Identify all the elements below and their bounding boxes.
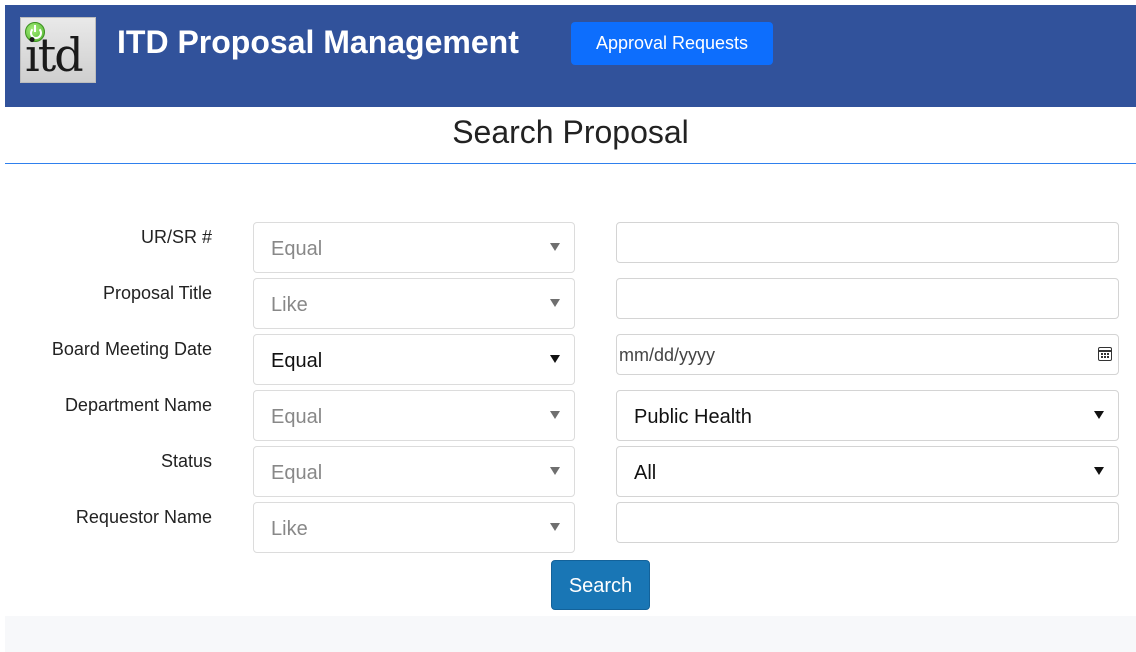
label-status: Status — [160, 451, 212, 471]
logo-text: itd — [25, 28, 84, 82]
itd-logo: itd — [20, 17, 96, 83]
app-header: itd ITD Proposal Management Approval Req… — [5, 5, 1136, 107]
caret-down-icon — [550, 299, 560, 307]
approval-requests-button[interactable]: Approval Requests — [571, 22, 773, 65]
calendar-icon[interactable] — [1098, 347, 1112, 361]
label-ur-sr: UR/SR # — [140, 227, 212, 247]
footer-band — [5, 616, 1136, 652]
caret-down-icon — [1094, 467, 1104, 475]
caret-down-icon — [1094, 411, 1104, 419]
app-title: ITD Proposal Management — [117, 24, 519, 60]
requestor-operator-value: Like — [271, 518, 308, 540]
caret-down-icon — [550, 523, 560, 531]
page-title: Search Proposal — [452, 114, 689, 150]
caret-down-icon — [550, 243, 560, 251]
caret-down-icon — [550, 467, 560, 475]
date-placeholder: mm/dd/yyyy — [619, 345, 716, 365]
department-operator-value: Equal — [271, 406, 323, 428]
department-select[interactable]: Public Health — [616, 390, 1119, 441]
requestor-operator-select[interactable]: Like — [253, 502, 575, 553]
caret-down-icon — [550, 355, 560, 363]
title-divider — [5, 163, 1136, 164]
status-select[interactable]: All — [616, 446, 1119, 497]
label-board-meeting-date: Board Meeting Date — [51, 339, 212, 359]
status-operator-select[interactable]: Equal — [253, 446, 575, 497]
caret-down-icon — [550, 411, 560, 419]
requestor-name-input[interactable] — [616, 502, 1119, 543]
department-operator-select[interactable]: Equal — [253, 390, 575, 441]
department-value: Public Health — [634, 406, 752, 428]
status-operator-value: Equal — [271, 462, 323, 484]
board-meeting-date-operator-value: Equal — [271, 350, 323, 372]
search-button[interactable]: Search — [551, 560, 650, 610]
ur-sr-input[interactable] — [616, 222, 1119, 263]
proposal-title-operator-value: Like — [271, 294, 308, 316]
label-department-name: Department Name — [64, 395, 212, 415]
status-value: All — [634, 462, 657, 484]
ur-sr-operator-select[interactable]: Equal — [253, 222, 575, 273]
label-proposal-title: Proposal Title — [102, 283, 212, 303]
label-requestor-name: Requestor Name — [75, 507, 212, 527]
proposal-title-input[interactable] — [616, 278, 1119, 319]
board-meeting-date-input[interactable]: mm/dd/yyyy — [616, 334, 1119, 375]
board-meeting-date-operator-select[interactable]: Equal — [253, 334, 575, 385]
ur-sr-operator-value: Equal — [271, 238, 323, 260]
proposal-title-operator-select[interactable]: Like — [253, 278, 575, 329]
